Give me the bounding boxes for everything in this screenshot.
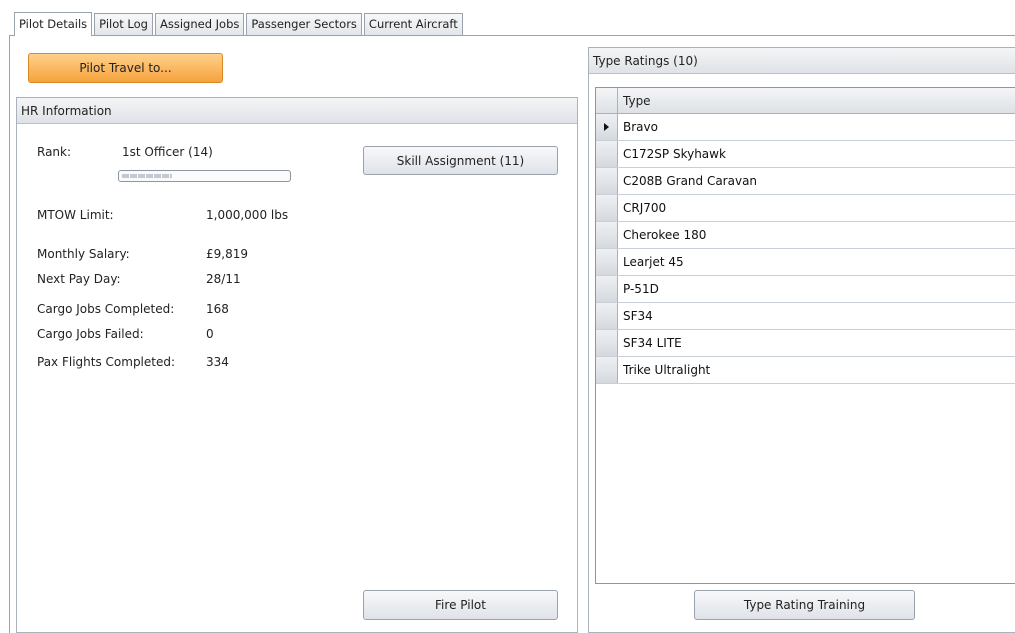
type-ratings-header: Type Ratings (10) [589, 48, 1015, 74]
row-selector[interactable] [596, 303, 618, 329]
monthly-salary-label: Monthly Salary: [37, 247, 130, 261]
cargo-jobs-failed-label: Cargo Jobs Failed: [37, 327, 144, 341]
fire-pilot-button[interactable]: Fire Pilot [363, 590, 558, 620]
next-pay-day-value: 28/11 [206, 272, 241, 286]
type-cell: Bravo [623, 120, 658, 134]
row-selector[interactable] [596, 249, 618, 275]
rank-label: Rank: [37, 145, 72, 159]
tab-pilot-log[interactable]: Pilot Log [94, 13, 153, 35]
type-cell: Learjet 45 [623, 255, 684, 269]
table-row[interactable]: Trike Ultralight [596, 357, 1015, 384]
row-selector[interactable] [596, 357, 618, 383]
table-row[interactable]: C172SP Skyhawk [596, 141, 1015, 168]
tab-passenger-sectors[interactable]: Passenger Sectors [246, 13, 362, 35]
table-row[interactable]: SF34 LITE [596, 330, 1015, 357]
rank-value: 1st Officer (14) [122, 145, 213, 159]
tab-current-aircraft[interactable]: Current Aircraft [363, 13, 463, 35]
monthly-salary-value: £9,819 [206, 247, 248, 261]
row-selector-header [596, 88, 618, 114]
column-header-type[interactable]: Type [623, 88, 651, 114]
mtow-value: 1,000,000 lbs [206, 208, 289, 222]
cargo-jobs-failed-value: 0 [206, 327, 214, 341]
type-cell: C208B Grand Caravan [623, 174, 758, 188]
current-row-arrow-icon [604, 123, 609, 131]
cargo-jobs-completed-value: 168 [206, 302, 229, 316]
rank-progress-fill [122, 174, 172, 178]
hr-information-header: HR Information [17, 98, 577, 124]
row-selector[interactable] [596, 114, 618, 140]
type-ratings-grid[interactable]: Type Bravo C172SP Skyhawk C208B Grand Ca… [595, 87, 1015, 584]
table-row[interactable]: P-51D [596, 276, 1015, 303]
row-selector[interactable] [596, 222, 618, 248]
type-cell: Trike Ultralight [623, 363, 711, 377]
grid-header: Type [596, 88, 1015, 114]
next-pay-day-label: Next Pay Day: [37, 272, 121, 286]
row-selector[interactable] [596, 141, 618, 167]
table-row[interactable]: CRJ700 [596, 195, 1015, 222]
table-row[interactable]: Learjet 45 [596, 249, 1015, 276]
type-cell: CRJ700 [623, 201, 667, 215]
tab-bar: Pilot Details Pilot Log Assigned Jobs Pa… [14, 11, 465, 36]
row-selector[interactable] [596, 195, 618, 221]
table-row[interactable]: SF34 [596, 303, 1015, 330]
skill-assignment-button[interactable]: Skill Assignment (11) [363, 146, 558, 175]
title-strip [0, 0, 1015, 9]
tab-assigned-jobs[interactable]: Assigned Jobs [154, 13, 245, 35]
cargo-jobs-completed-label: Cargo Jobs Completed: [37, 302, 175, 316]
table-row[interactable]: C208B Grand Caravan [596, 168, 1015, 195]
pilot-travel-button[interactable]: Pilot Travel to... [28, 53, 223, 83]
type-cell: P-51D [623, 282, 659, 296]
table-row[interactable]: Cherokee 180 [596, 222, 1015, 249]
pax-flights-completed-label: Pax Flights Completed: [37, 355, 176, 369]
type-rating-training-button[interactable]: Type Rating Training [694, 590, 915, 620]
pax-flights-completed-value: 334 [206, 355, 229, 369]
mtow-label: MTOW Limit: [37, 208, 114, 222]
type-cell: C172SP Skyhawk [623, 147, 726, 161]
row-selector[interactable] [596, 330, 618, 356]
pilot-window: Pilot Details Pilot Log Assigned Jobs Pa… [0, 0, 1015, 633]
rank-progress-bar [118, 170, 291, 182]
row-selector[interactable] [596, 276, 618, 302]
row-selector[interactable] [596, 168, 618, 194]
type-cell: SF34 LITE [623, 336, 682, 350]
table-row[interactable]: Bravo [596, 114, 1015, 141]
tab-pilot-details[interactable]: Pilot Details [14, 12, 93, 36]
type-cell: Cherokee 180 [623, 228, 707, 242]
type-cell: SF34 [623, 309, 653, 323]
